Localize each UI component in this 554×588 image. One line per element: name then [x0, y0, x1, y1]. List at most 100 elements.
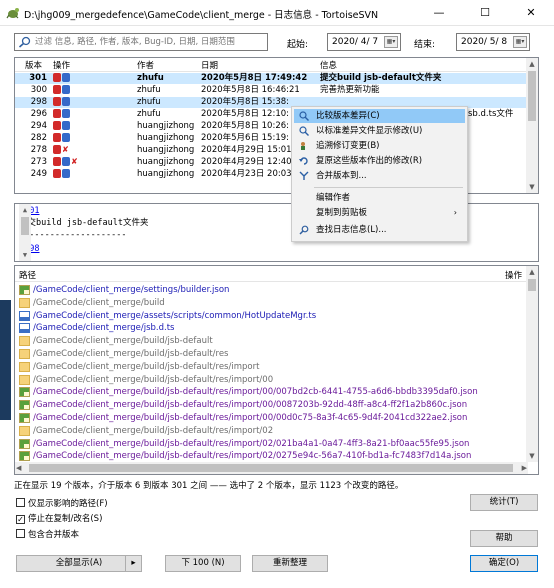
scroll-right-arrow-icon[interactable]: ▶	[522, 462, 527, 474]
show-all-button[interactable]: 全部显示(A) ▸	[16, 555, 142, 572]
diff-icon	[299, 126, 309, 136]
scrollbar-thumb[interactable]	[29, 464, 513, 472]
scroll-down-arrow-icon[interactable]: ▼	[526, 181, 538, 193]
context-menu[interactable]: 比较版本差异(C) 以标准差异文件显示修改(U) 追溯修订变更(B) 复原这些版…	[291, 106, 468, 242]
path-row[interactable]: /GameCode/client_merge/jsb.d.ts	[19, 323, 174, 334]
action-icons	[53, 133, 71, 142]
maximize-button[interactable]: ☐	[462, 0, 508, 26]
path-row[interactable]: /GameCode/client_merge/build/jsb-default…	[19, 425, 274, 437]
folder-icon	[19, 361, 30, 372]
minimize-button[interactable]: —	[416, 0, 462, 26]
action-icons: ✘	[53, 157, 80, 166]
scroll-up-arrow-icon[interactable]: ▲	[526, 266, 538, 278]
added-action-icon	[62, 121, 70, 130]
path-row[interactable]: /GameCode/client_merge/build/jsb-default…	[19, 349, 229, 360]
scrollbar-thumb[interactable]	[528, 71, 536, 121]
calendar-dropdown-icon[interactable]: ▦▾	[384, 36, 398, 48]
col-header-author[interactable]: 作者	[137, 59, 154, 71]
path-row[interactable]: /GameCode/client_merge/build/jsb-default…	[19, 400, 467, 411]
menu-item-edit-author[interactable]: 编辑作者	[294, 191, 465, 205]
path-row[interactable]: /GameCode/client_merge/assets/scripts/co…	[19, 310, 316, 322]
filter-input[interactable]	[35, 35, 263, 49]
to-date-label: 结束:	[414, 40, 436, 50]
added-action-icon	[62, 169, 70, 178]
title-bar[interactable]: D:\jhg009_mergedefence\GameCode\client_m…	[0, 0, 554, 26]
checkbox-box[interactable]	[16, 498, 25, 507]
from-date-picker[interactable]: 2020/ 4/ 7 ▦▾	[327, 33, 401, 51]
author: zhufu	[137, 97, 161, 107]
modified-file-icon	[19, 451, 30, 462]
col-header-message[interactable]: 信息	[320, 59, 337, 71]
path-row[interactable]: /GameCode/client_merge/build/jsb-default…	[19, 451, 471, 462]
next-100-button[interactable]: 下 100 (N)	[165, 555, 241, 572]
revision-row[interactable]: 300 zhufu 2020年5月8日 16:46:21 完善热更新功能	[15, 85, 528, 96]
menu-item-label: 编辑作者	[316, 193, 351, 203]
date: 2020年4月29日 12:40	[201, 157, 292, 167]
scroll-up-arrow-icon[interactable]: ▲	[19, 204, 31, 216]
include-merged-checkbox[interactable]: 包含合并版本	[16, 528, 79, 540]
path-text: /GameCode/client_merge/build/jsb-default…	[33, 425, 274, 436]
revision-row[interactable]: 301 zhufu 2020年5月8日 17:49:42 提交build jsb-de…	[15, 73, 528, 84]
path-row[interactable]: /GameCode/client_merge/build/jsb-default…	[19, 387, 478, 398]
scroll-up-arrow-icon[interactable]: ▲	[526, 58, 538, 70]
menu-item-compare-revisions[interactable]: 比较版本差异(C)	[294, 109, 465, 123]
checkbox-box[interactable]: ✓	[16, 515, 25, 524]
path-row[interactable]: /GameCode/client_merge/settings/builder.…	[19, 285, 229, 296]
path-row[interactable]: /GameCode/client_merge/build/jsb-default	[19, 336, 213, 347]
calendar-dropdown-icon[interactable]: ▦▾	[513, 36, 527, 48]
menu-item-find-log-message[interactable]: 查找日志信息(L)...	[294, 223, 465, 237]
tortoisesvn-icon	[6, 8, 19, 19]
filter-search-box[interactable]	[14, 33, 268, 51]
path-text: /GameCode/client_merge/settings/builder.…	[33, 285, 230, 295]
revision-number: 298	[30, 97, 47, 107]
menu-item-revert-changes[interactable]: 复原这些版本作出的修改(R)	[294, 154, 465, 168]
added-action-icon	[62, 73, 70, 82]
path-text: /GameCode/client_merge/jsb.d.ts	[33, 323, 175, 334]
author: huangjizhong	[137, 145, 195, 155]
checkbox-label: 仅显示影响的路径(F)	[28, 499, 108, 509]
menu-item-blame[interactable]: 追溯修订变更(B)	[294, 139, 465, 153]
paths-hscrollbar[interactable]: ◀ ▶	[15, 462, 528, 474]
only-affected-paths-checkbox[interactable]: 仅显示影响的路径(F)	[16, 497, 108, 509]
action-icons	[53, 121, 71, 130]
action-icons	[53, 97, 71, 106]
scrollbar-thumb[interactable]	[528, 279, 536, 291]
compare-icon	[299, 111, 309, 121]
scroll-left-arrow-icon[interactable]: ◀	[16, 462, 21, 474]
message: 提交build jsb-default文件夹	[320, 73, 442, 83]
path-row[interactable]: /GameCode/client_merge/build/jsb-default…	[19, 361, 259, 373]
show-all-dropdown-arrow-icon[interactable]: ▸	[125, 556, 141, 571]
from-date-label: 起始:	[287, 40, 309, 50]
message-scrollbar[interactable]: ▲ ▼	[19, 204, 31, 261]
deleted-action-icon: ✘	[71, 157, 79, 166]
statistics-button[interactable]: 统计(T)	[470, 494, 538, 511]
refresh-button[interactable]: 重新整理	[252, 555, 328, 572]
col-header-path[interactable]: 路径	[19, 269, 36, 281]
path-row[interactable]: /GameCode/client_merge/build	[19, 297, 165, 309]
paths-scrollbar[interactable]: ▲ ▼	[526, 266, 538, 462]
to-date-picker[interactable]: 2020/ 5/ 8 ▦▾	[456, 33, 530, 51]
menu-item-merge-revision[interactable]: 合并版本到...	[294, 169, 465, 183]
path-text: /GameCode/client_merge/build/jsb-default…	[33, 349, 229, 359]
path-row[interactable]: /GameCode/client_merge/build/jsb-default…	[19, 374, 273, 386]
menu-item-copy-to-clipboard[interactable]: 复制到剪贴板 ›	[294, 206, 465, 220]
changed-paths-list[interactable]: 路径 操作 /GameCode/client_merge/settings/bu…	[14, 265, 539, 475]
col-header-date[interactable]: 日期	[201, 59, 218, 71]
col-header-revision[interactable]: 版本	[25, 59, 42, 71]
stop-on-copy-checkbox[interactable]: ✓ 停止在复制/改名(S)	[16, 512, 102, 524]
ok-button[interactable]: 确定(O)	[470, 555, 538, 572]
scrollbar-thumb[interactable]	[21, 217, 29, 235]
col-header-action[interactable]: 操作	[505, 269, 522, 281]
added-action-icon	[62, 85, 70, 94]
scroll-down-arrow-icon[interactable]: ▼	[526, 450, 538, 462]
checkbox-box[interactable]	[16, 529, 25, 538]
path-row[interactable]: /GameCode/client_merge/build/jsb-default…	[19, 438, 469, 450]
menu-item-unified-diff[interactable]: 以标准差异文件显示修改(U)	[294, 124, 465, 138]
added-action-icon	[62, 109, 70, 118]
help-button[interactable]: 帮助	[470, 530, 538, 547]
close-button[interactable]: ✕	[508, 0, 554, 26]
path-row[interactable]: /GameCode/client_merge/build/jsb-default…	[19, 413, 467, 424]
scroll-down-arrow-icon[interactable]: ▼	[19, 249, 31, 261]
revision-list-scrollbar[interactable]: ▲ ▼	[526, 58, 538, 193]
col-header-actions[interactable]: 操作	[53, 59, 70, 71]
